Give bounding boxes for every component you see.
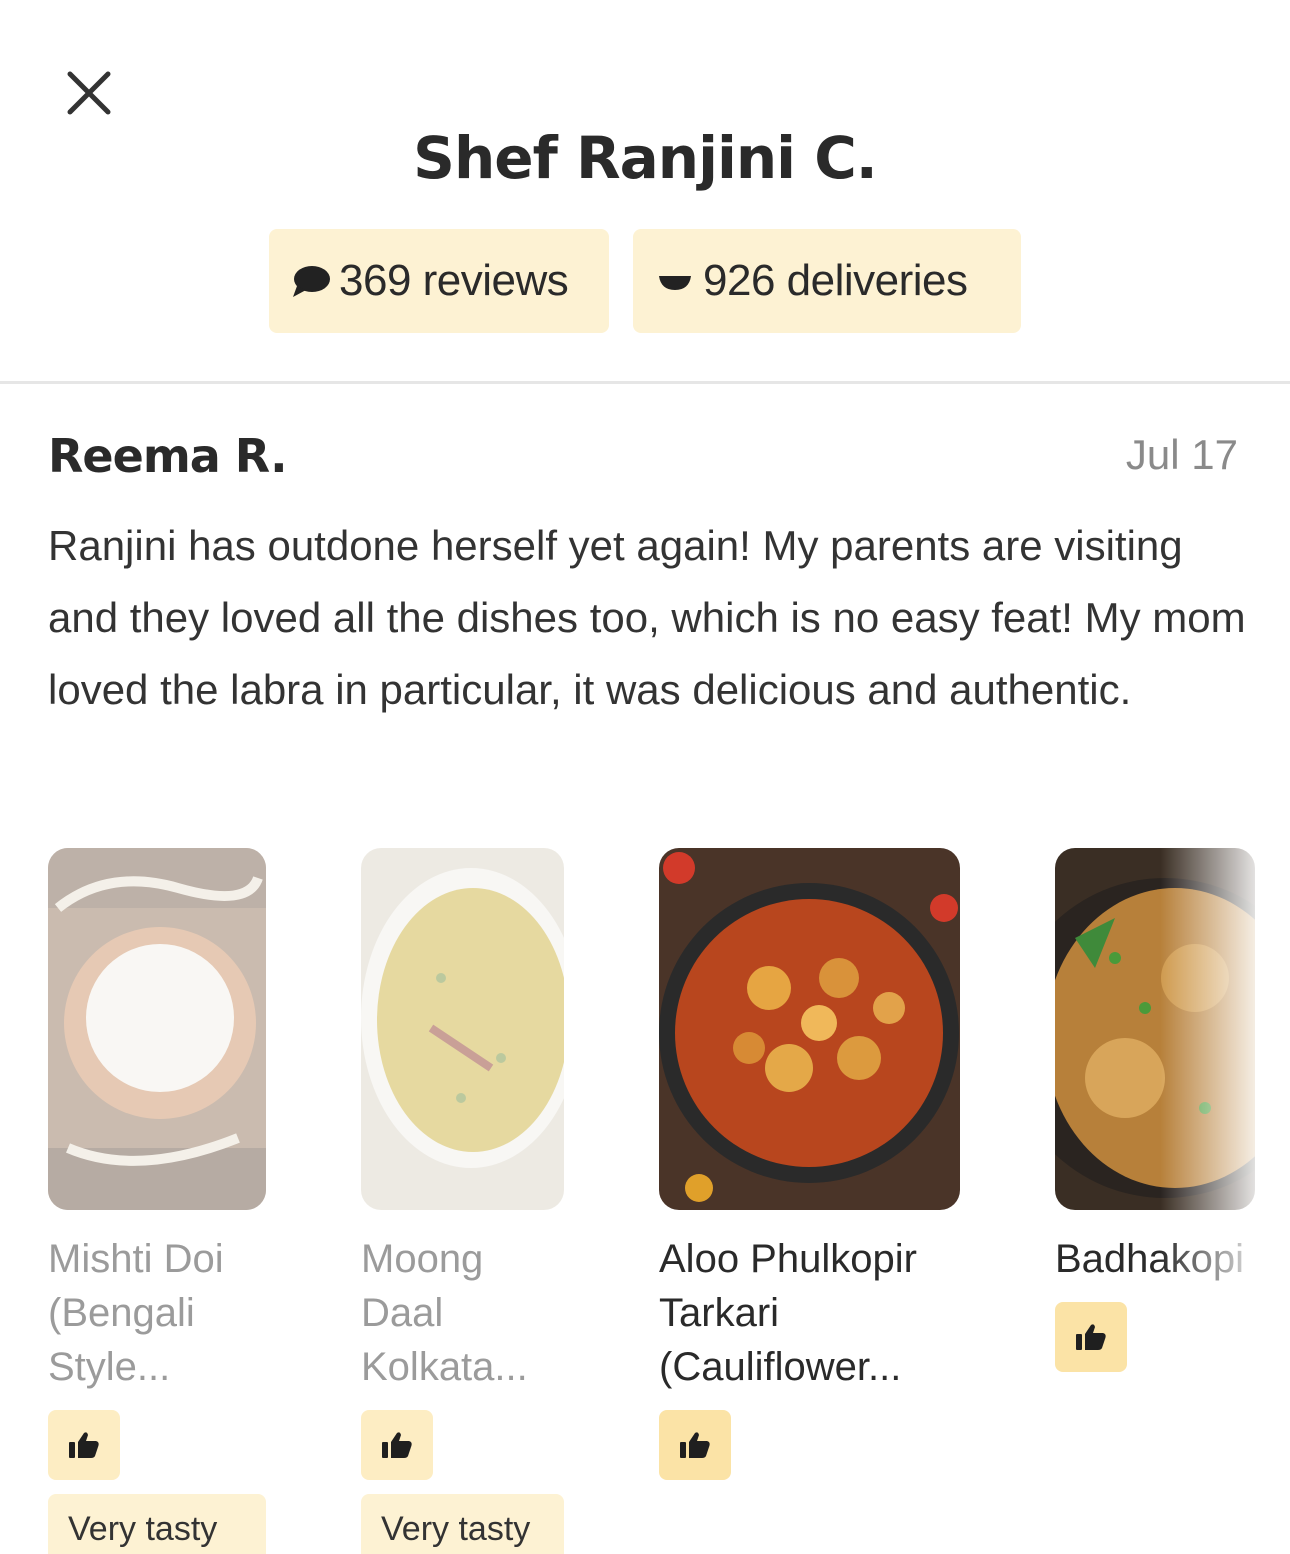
dish-name: Mishti Doi (Bengali Style... <box>48 1237 224 1389</box>
speech-bubble-icon <box>293 266 330 297</box>
reviews-badge[interactable]: 369 reviews <box>269 229 609 333</box>
dish-image <box>48 848 266 1210</box>
review-date: Jul 17 <box>1125 431 1238 478</box>
dish-card[interactable]: Mishti Doi (Bengali Style... Very tasty <box>48 848 266 1554</box>
dish-card[interactable]: Badhakopi Ghonto (Bengali... <box>1055 848 1255 1372</box>
reviewer-name: Reema R. <box>48 429 288 483</box>
thumbs-up-button[interactable] <box>361 1410 433 1480</box>
reviews-count: 369 reviews <box>339 256 569 305</box>
dish-name: Moong Daal Kolkata... <box>361 1237 528 1389</box>
close-icon <box>67 71 111 115</box>
close-button[interactable] <box>58 62 120 124</box>
thumbs-up-button[interactable] <box>48 1410 120 1480</box>
thumbs-up-icon <box>1076 1324 1106 1350</box>
dish-image <box>361 848 564 1210</box>
divider <box>0 381 1290 384</box>
delivery-icon <box>659 276 691 290</box>
dish-tag: Very tasty <box>361 1494 564 1554</box>
deliveries-count: 926 deliveries <box>703 256 968 305</box>
page-title: Shef Ranjini C. <box>413 124 878 192</box>
dish-card[interactable]: Aloo Phulkopir Tarkari (Cauliflower... <box>659 848 960 1480</box>
dish-name: Badhakopi Ghonto (Bengali... <box>1055 1237 1255 1281</box>
thumbs-up-icon <box>680 1432 710 1458</box>
review-text: Ranjini has outdone herself yet again! M… <box>48 522 1246 713</box>
deliveries-badge[interactable]: 926 deliveries <box>633 229 1021 333</box>
thumbs-up-icon <box>69 1432 99 1458</box>
thumbs-up-button[interactable] <box>659 1410 731 1480</box>
thumbs-up-icon <box>382 1432 412 1458</box>
dish-name: Aloo Phulkopir Tarkari (Cauliflower... <box>659 1237 917 1389</box>
dish-image <box>659 848 960 1210</box>
thumbs-up-button[interactable] <box>1055 1302 1127 1372</box>
dish-card[interactable]: Moong Daal Kolkata... Very tasty <box>361 848 564 1554</box>
dish-tag: Very tasty <box>48 1494 266 1554</box>
dish-image <box>1055 848 1255 1210</box>
